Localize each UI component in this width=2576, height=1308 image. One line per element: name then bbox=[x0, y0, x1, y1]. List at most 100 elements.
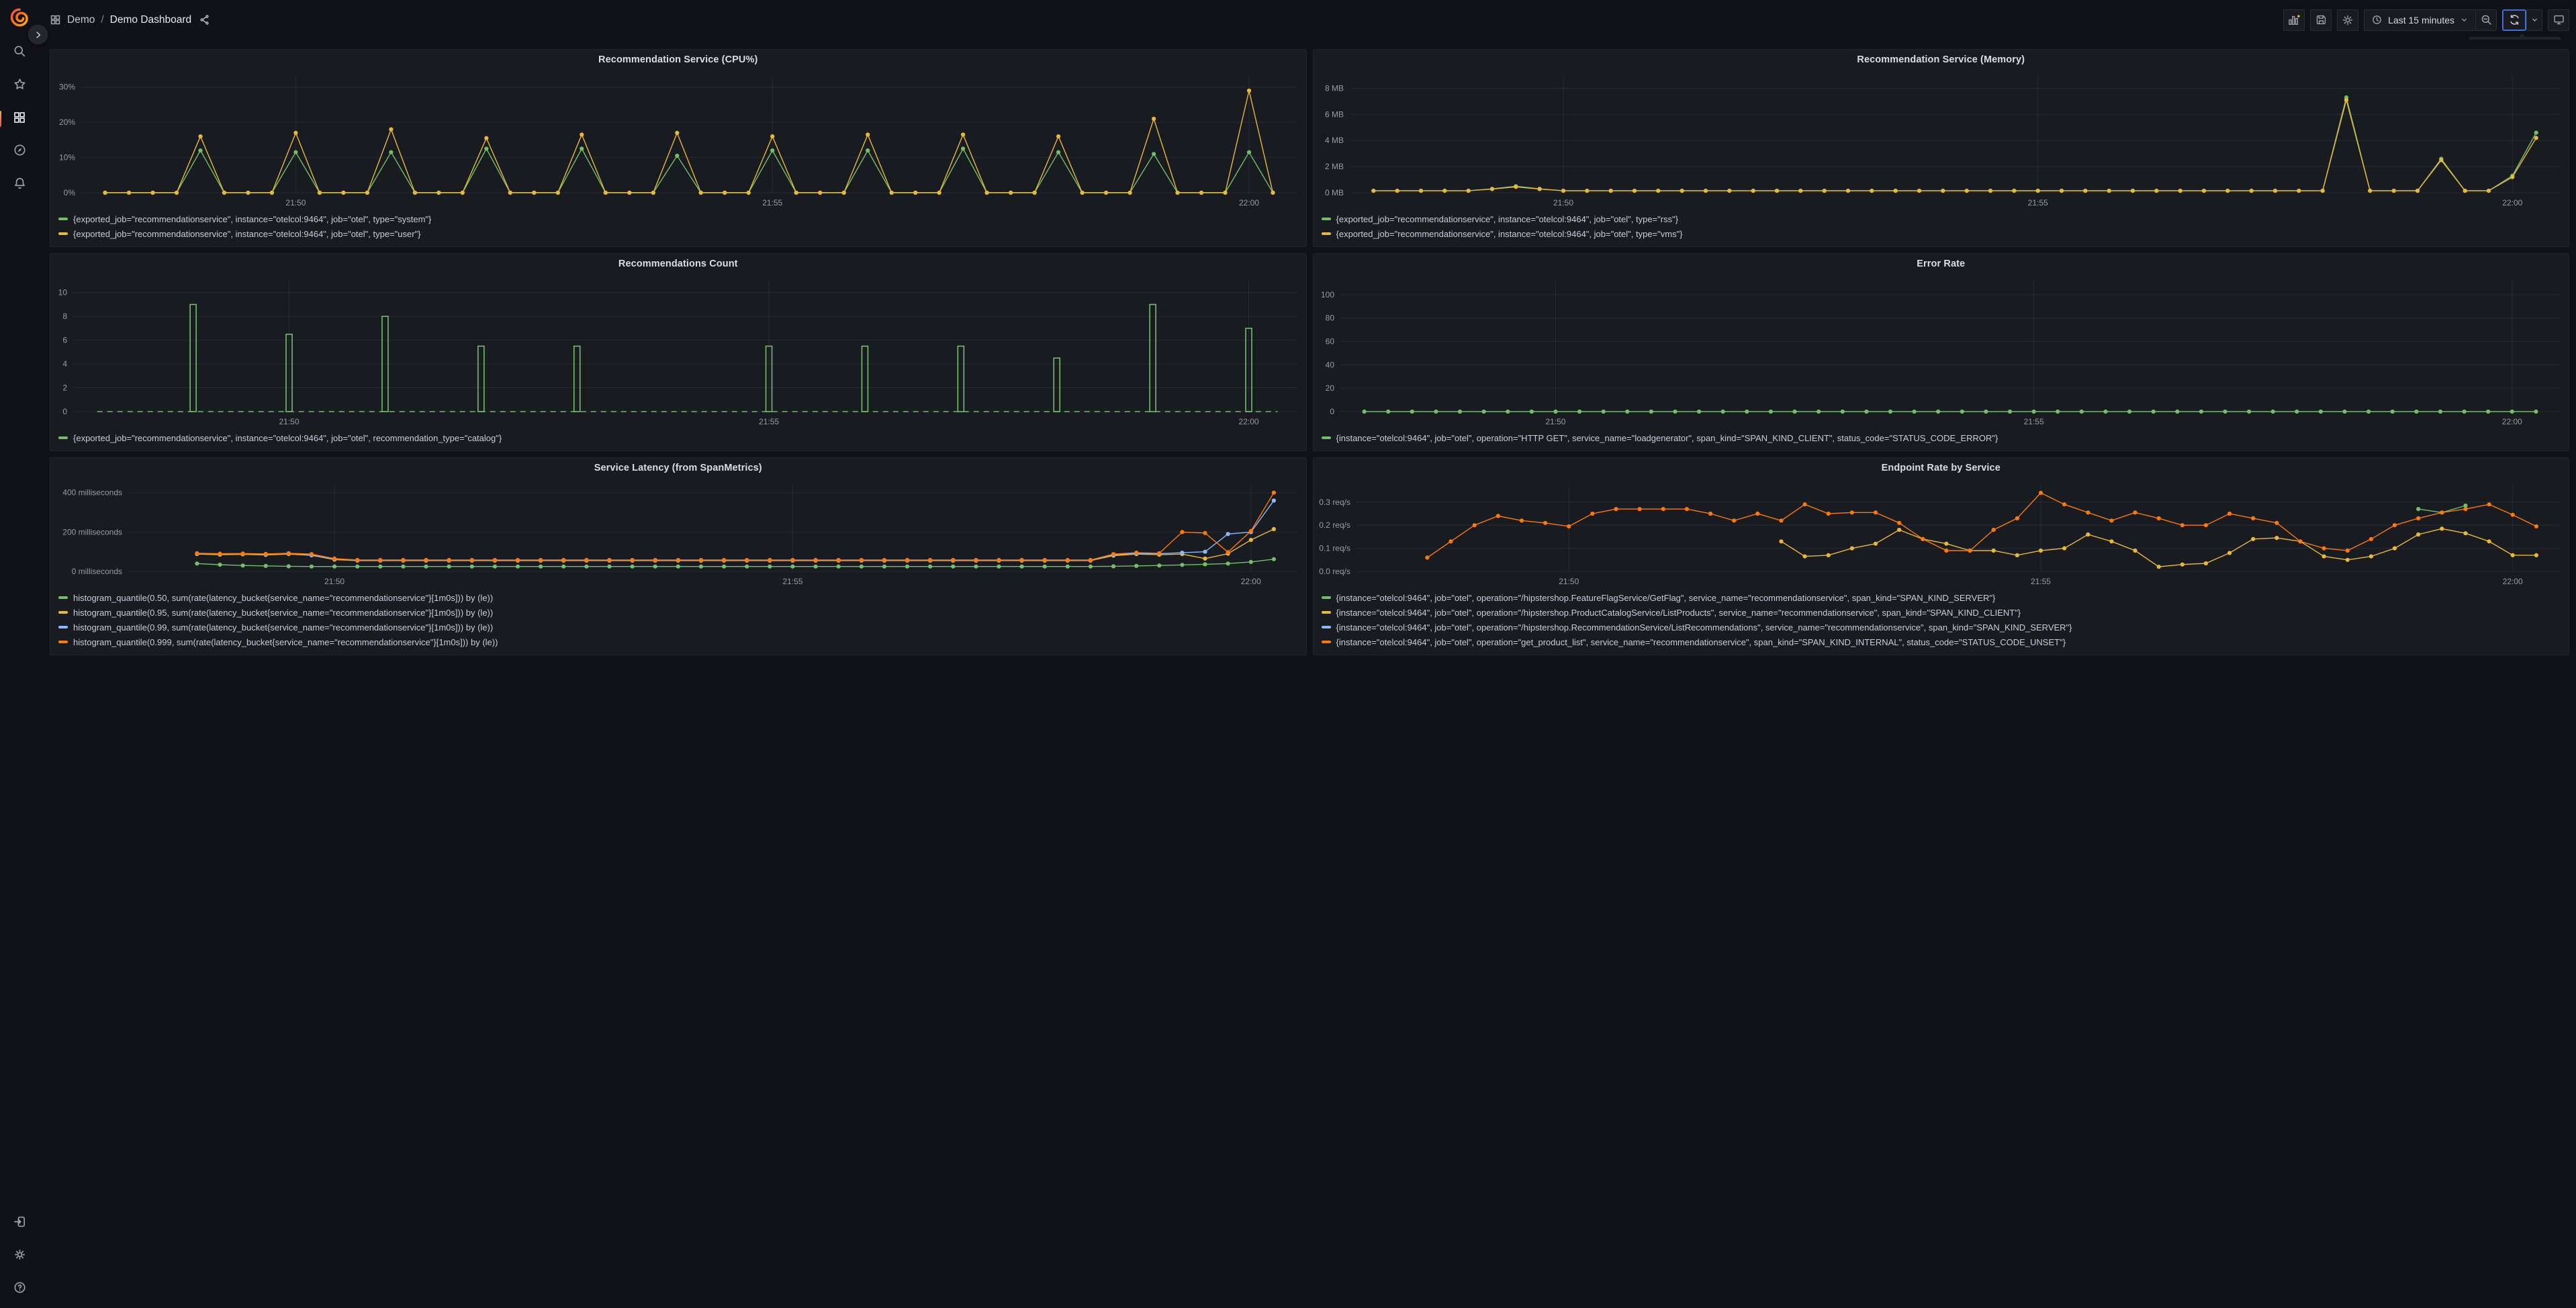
legend-label[interactable]: {exported_job="recommendationservice", i… bbox=[73, 214, 431, 224]
legend-color-swatch bbox=[58, 596, 68, 600]
time-range-picker[interactable]: Last 15 minutes bbox=[2364, 9, 2476, 31]
panel-header[interactable]: Recommendation Service (CPU%) bbox=[50, 50, 1306, 70]
legend-label[interactable]: {instance="otelcol:9464", job="otel", op… bbox=[1336, 593, 1996, 603]
breadcrumb-folder[interactable]: Demo bbox=[67, 14, 95, 26]
legend-item[interactable]: {exported_job="recommendationservice", i… bbox=[1321, 226, 2561, 241]
time-series-chart[interactable]: 0 MB 2 MB 4 MB 6 MB 8 MB 21:50 21:55 22:00 bbox=[1314, 70, 2569, 210]
legend-label[interactable]: histogram_quantile(0.99, sum(rate(latenc… bbox=[73, 622, 493, 633]
time-series-chart[interactable]: 0.0 req/s 0.1 req/s 0.2 req/s 0.3 req/s 21:5… bbox=[1314, 478, 2569, 589]
legend-label[interactable]: {instance="otelcol:9464", job="otel", op… bbox=[1336, 433, 1998, 443]
svg-text:0 milliseconds: 0 milliseconds bbox=[72, 567, 122, 576]
dashboard-panel: Recommendation Service (CPU%) 0% 10% 20% 30… bbox=[50, 49, 1307, 247]
svg-text:21:55: 21:55 bbox=[2030, 577, 2050, 586]
legend-item[interactable]: {instance="otelcol:9464", job="otel", op… bbox=[1321, 635, 2561, 649]
legend-item[interactable]: histogram_quantile(0.95, sum(rate(latenc… bbox=[58, 605, 1298, 620]
dashboard-toolbar: Last 15 minutes Refresh dashboard bbox=[2283, 9, 2569, 55]
legend-item[interactable]: {exported_job="recommendationservice", i… bbox=[58, 430, 1298, 445]
svg-text:8: 8 bbox=[62, 312, 67, 321]
dashboard-content: Recommendation Service (CPU%) 0% 10% 20% 30… bbox=[39, 40, 2576, 1308]
legend-label[interactable]: {exported_job="recommendationservice", i… bbox=[73, 433, 502, 443]
panel-grid: Recommendation Service (CPU%) 0% 10% 20% 30… bbox=[50, 49, 2569, 655]
breadcrumb-dashboard[interactable]: Demo Dashboard bbox=[110, 14, 191, 26]
legend-label[interactable]: {exported_job="recommendationservice", i… bbox=[1336, 214, 1679, 224]
sidebar-main-nav bbox=[0, 41, 32, 197]
legend-item[interactable]: {exported_job="recommendationservice", i… bbox=[58, 226, 1298, 241]
svg-text:2 MB: 2 MB bbox=[1324, 162, 1343, 171]
save-dashboard-button[interactable] bbox=[2310, 9, 2332, 31]
grafana-logo[interactable] bbox=[7, 5, 32, 30]
sidebar-bottom-nav bbox=[7, 1211, 32, 1301]
svg-text:6: 6 bbox=[62, 336, 67, 345]
clock-icon bbox=[2371, 14, 2383, 26]
legend-label[interactable]: histogram_quantile(0.95, sum(rate(latenc… bbox=[73, 608, 493, 618]
svg-text:0.3 req/s: 0.3 req/s bbox=[1319, 498, 1350, 507]
panel-header[interactable]: Service Latency (from SpanMetrics) bbox=[50, 458, 1306, 478]
svg-text:22:00: 22:00 bbox=[1239, 417, 1259, 426]
legend-item[interactable]: {exported_job="recommendationservice", i… bbox=[58, 212, 1298, 226]
panel-header[interactable]: Error Rate bbox=[1314, 254, 2569, 274]
sidebar-item-help[interactable] bbox=[7, 1277, 32, 1301]
legend-item[interactable]: {instance="otelcol:9464", job="otel", op… bbox=[1321, 590, 2561, 605]
sidebar-item-sign-in[interactable] bbox=[7, 1211, 32, 1235]
dashboard-panel: Error Rate 0 20 40 60 80 100 21:50 21:55 22:00 {… bbox=[1312, 253, 2569, 451]
breadcrumb: Demo / Demo Dashboard bbox=[50, 14, 210, 26]
legend-item[interactable]: {instance="otelcol:9464", job="otel", op… bbox=[1321, 620, 2561, 635]
panel-title: Recommendation Service (Memory) bbox=[1857, 54, 2025, 65]
refresh-button-group: Refresh dashboard bbox=[2469, 9, 2561, 55]
panel-header[interactable]: Recommendations Count bbox=[50, 254, 1306, 274]
legend-item[interactable]: histogram_quantile(0.50, sum(rate(latenc… bbox=[58, 590, 1298, 605]
sidebar-expand-button[interactable] bbox=[28, 25, 48, 44]
legend-label[interactable]: {instance="otelcol:9464", job="otel", op… bbox=[1336, 622, 2072, 633]
refresh-interval-button[interactable] bbox=[2526, 9, 2542, 31]
panel-header[interactable]: Recommendation Service (Memory) bbox=[1314, 50, 2569, 70]
time-series-chart[interactable]: 0 2 4 6 8 10 21:50 21:55 22:00 bbox=[50, 274, 1306, 429]
svg-text:80: 80 bbox=[1325, 314, 1334, 323]
legend-label[interactable]: {instance="otelcol:9464", job="otel", op… bbox=[1336, 637, 2066, 647]
share-alt-icon[interactable] bbox=[199, 14, 210, 26]
time-range-label: Last 15 minutes bbox=[2388, 14, 2454, 26]
legend-color-swatch bbox=[1321, 596, 1331, 600]
svg-text:21:50: 21:50 bbox=[1553, 198, 1573, 207]
legend-label[interactable]: {exported_job="recommendationservice", i… bbox=[1336, 229, 1683, 239]
cycle-view-mode-button[interactable] bbox=[2548, 9, 2569, 31]
time-series-chart[interactable]: 0 milliseconds 200 milliseconds 400 millis… bbox=[50, 478, 1306, 589]
legend-item[interactable]: {instance="otelcol:9464", job="otel", op… bbox=[1321, 605, 2561, 620]
svg-text:0: 0 bbox=[62, 407, 67, 416]
add-panel-button[interactable] bbox=[2283, 9, 2305, 31]
sidebar-item-dashboards[interactable] bbox=[0, 107, 32, 131]
svg-text:10: 10 bbox=[58, 288, 68, 297]
dashboard-panel: Service Latency (from SpanMetrics) 0 mil… bbox=[50, 457, 1307, 655]
caret-down-icon bbox=[2460, 15, 2469, 24]
legend-label[interactable]: histogram_quantile(0.999, sum(rate(laten… bbox=[73, 637, 498, 647]
svg-text:30%: 30% bbox=[59, 83, 75, 92]
legend-label[interactable]: {exported_job="recommendationservice", i… bbox=[73, 229, 421, 239]
legend-color-swatch bbox=[58, 640, 68, 644]
panel-title: Recommendations Count bbox=[618, 259, 738, 269]
dashboard-panel: Recommendation Service (Memory) 0 MB 2 MB… bbox=[1312, 49, 2569, 247]
sidebar-item-starred[interactable] bbox=[7, 74, 32, 98]
svg-text:22:00: 22:00 bbox=[2502, 198, 2522, 207]
refresh-button[interactable] bbox=[2502, 9, 2526, 31]
panel-header[interactable]: Endpoint Rate by Service bbox=[1314, 458, 2569, 478]
sidebar-item-alerting[interactable] bbox=[7, 173, 32, 197]
legend-item[interactable]: {exported_job="recommendationservice", i… bbox=[1321, 212, 2561, 226]
sidebar-item-configuration[interactable] bbox=[7, 1244, 32, 1268]
time-series-chart[interactable]: 0% 10% 20% 30% 21:50 21:55 22:00 bbox=[50, 70, 1306, 210]
legend-label[interactable]: histogram_quantile(0.50, sum(rate(latenc… bbox=[73, 593, 493, 603]
monitor-icon bbox=[2552, 13, 2565, 26]
legend-item[interactable]: histogram_quantile(0.99, sum(rate(latenc… bbox=[58, 620, 1298, 635]
dashboard-settings-button[interactable] bbox=[2337, 9, 2359, 31]
time-series-chart[interactable]: 0 20 40 60 80 100 21:50 21:55 22:00 bbox=[1314, 274, 2569, 429]
legend-item[interactable]: {instance="otelcol:9464", job="otel", op… bbox=[1321, 430, 2561, 445]
legend-color-swatch bbox=[58, 217, 68, 221]
gear-icon bbox=[13, 1248, 27, 1265]
star-icon bbox=[13, 77, 27, 95]
zoom-out-button[interactable] bbox=[2475, 9, 2497, 31]
legend-item[interactable]: histogram_quantile(0.999, sum(rate(laten… bbox=[58, 635, 1298, 649]
sidebar-item-search[interactable] bbox=[7, 41, 32, 65]
svg-text:21:55: 21:55 bbox=[782, 577, 802, 586]
legend-label[interactable]: {instance="otelcol:9464", job="otel", op… bbox=[1336, 608, 2021, 618]
svg-text:21:55: 21:55 bbox=[759, 417, 779, 426]
svg-text:21:50: 21:50 bbox=[1545, 417, 1565, 426]
sidebar-item-explore[interactable] bbox=[7, 140, 32, 164]
